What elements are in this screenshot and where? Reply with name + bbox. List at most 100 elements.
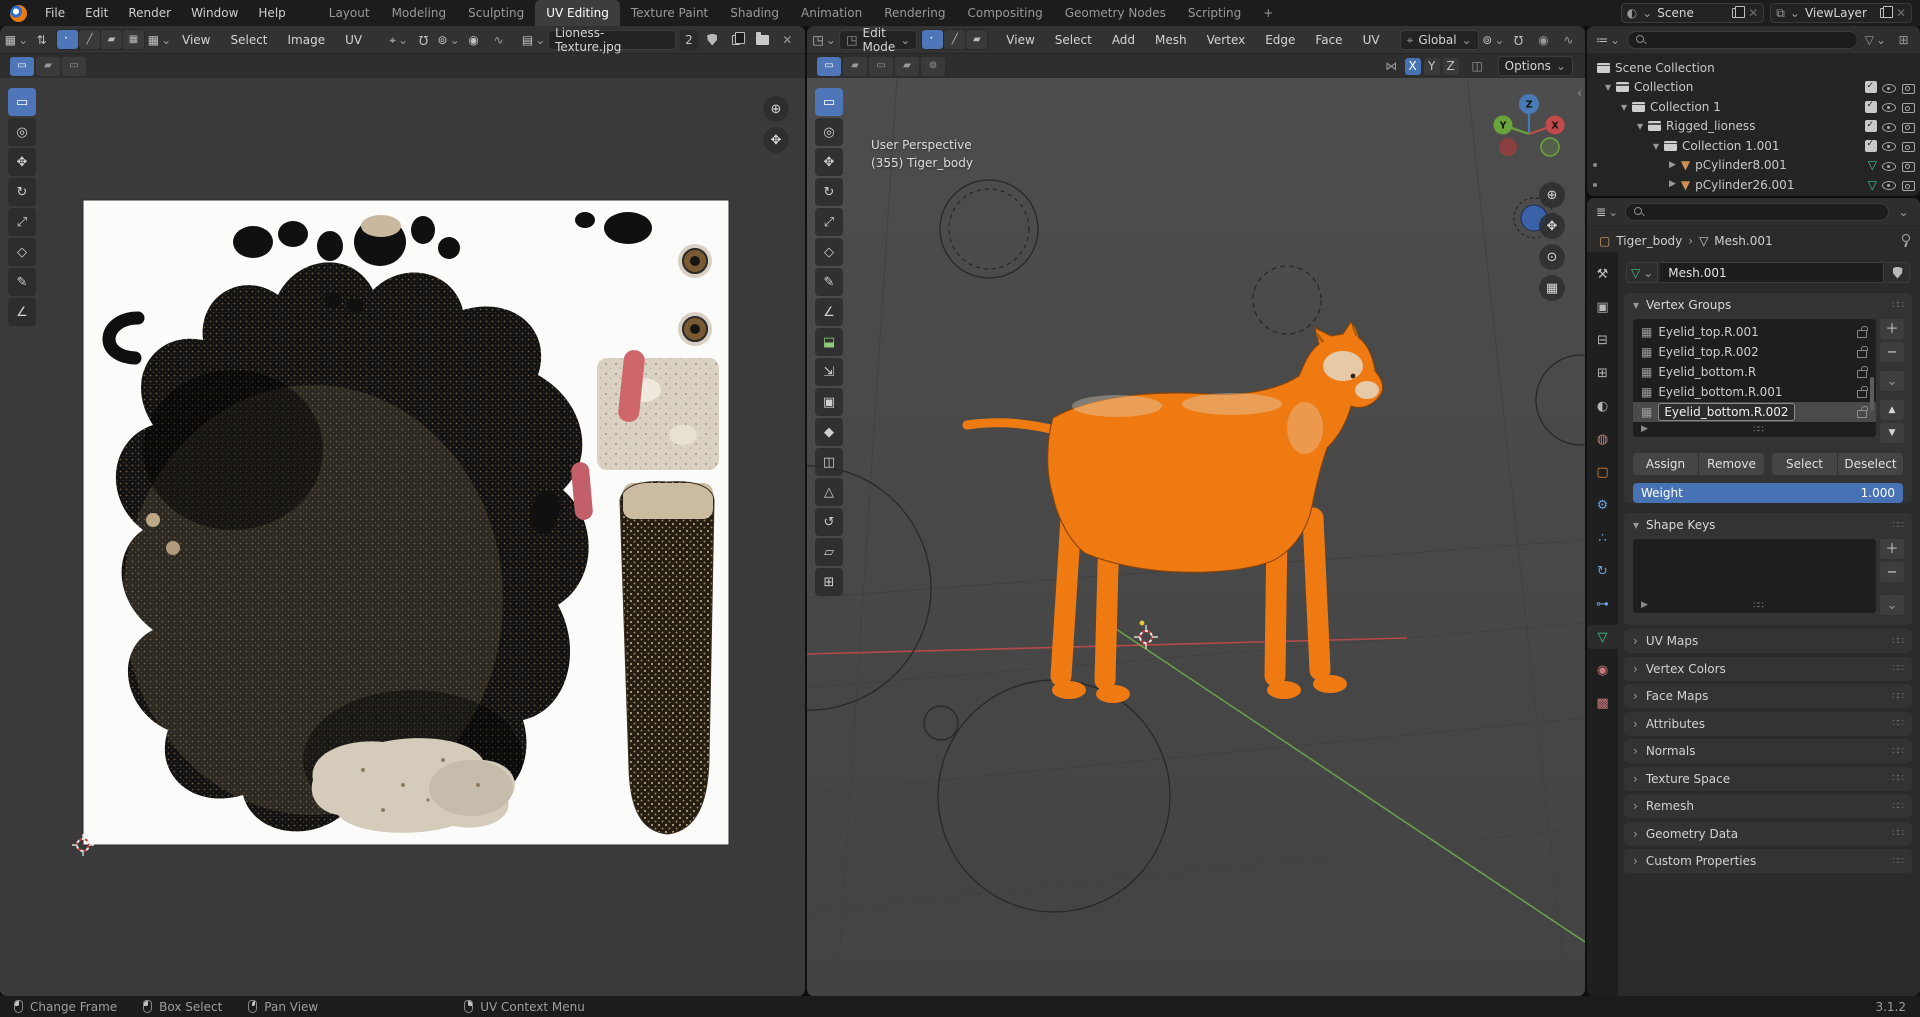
- panel-texture-space[interactable]: › Texture Space ∷∷: [1624, 766, 1912, 791]
- list-resize-grip[interactable]: ∷∷: [1753, 601, 1764, 611]
- tool-loop-cut[interactable]: ◫: [815, 448, 843, 476]
- tool-scale[interactable]: ⤢: [815, 208, 843, 236]
- uv-menu-select[interactable]: Select: [222, 33, 275, 47]
- tool-variant-3[interactable]: ▭: [869, 56, 893, 76]
- options-dropdown[interactable]: Options ⌄: [1497, 56, 1573, 76]
- properties-search-input[interactable]: [1625, 202, 1889, 221]
- select-button[interactable]: Select: [1772, 453, 1837, 475]
- new-viewlayer-icon[interactable]: [1879, 5, 1893, 18]
- uv-tool-select-box[interactable]: ▭: [8, 88, 36, 116]
- checkbox-icon[interactable]: [1865, 139, 1877, 152]
- uv-menu-image[interactable]: Image: [280, 33, 334, 47]
- properties-options-dropdown[interactable]: ⌄: [1893, 202, 1914, 221]
- editor-type-dropdown[interactable]: ≣ ⌄: [1593, 202, 1621, 221]
- tab-animation[interactable]: Animation: [790, 0, 873, 26]
- outliner-row-pcylinder26[interactable]: ▶ ▼ pCylinder26.001 ▽: [1587, 175, 1920, 195]
- image-users-count[interactable]: 2: [680, 29, 698, 50]
- outliner-row-pcylinder8[interactable]: ▶ ▼ pCylinder8.001 ▽: [1587, 156, 1920, 176]
- menu-help[interactable]: Help: [248, 0, 295, 26]
- zoom-icon[interactable]: ⊕: [1539, 182, 1565, 208]
- tab-texture[interactable]: ▩: [1587, 691, 1618, 715]
- panel-geometry-data[interactable]: › Geometry Data ∷∷: [1624, 821, 1912, 846]
- outliner-search-input[interactable]: [1627, 30, 1858, 49]
- panel-grip[interactable]: ∷∷: [1892, 300, 1904, 311]
- shape-key-specials-dropdown[interactable]: ⌄: [1880, 595, 1904, 615]
- camera-icon[interactable]: [1901, 81, 1915, 94]
- uv-select-edge-button[interactable]: ╱: [79, 30, 100, 49]
- outliner-row-collection-1-001[interactable]: ▾ Collection 1.001: [1587, 136, 1920, 156]
- filter-button[interactable]: ▽ ⌄: [1862, 30, 1889, 49]
- editor-type-dropdown[interactable]: ◳ ⌄: [812, 30, 835, 49]
- uv-tool-move[interactable]: ✥: [8, 148, 36, 176]
- v3d-menu-view[interactable]: View: [998, 33, 1042, 47]
- tab-view-layer[interactable]: ⊞: [1587, 361, 1618, 385]
- shape-keys-list[interactable]: ▶ ∷∷: [1633, 539, 1876, 613]
- close-icon[interactable]: ✕: [1896, 7, 1906, 19]
- active-tool-box-select[interactable]: ▭: [817, 56, 841, 76]
- tool-move[interactable]: ✥: [815, 148, 843, 176]
- camera-view-icon[interactable]: ⊙: [1539, 244, 1565, 270]
- panel-remesh[interactable]: › Remesh ∷∷: [1624, 794, 1912, 818]
- lock-icon[interactable]: [1856, 346, 1868, 358]
- lock-icon[interactable]: [1856, 406, 1868, 418]
- disclosure-icon[interactable]: ▶: [1669, 160, 1676, 170]
- v3d-menu-face[interactable]: Face: [1307, 33, 1350, 47]
- tool-variant-2[interactable]: ▰: [843, 56, 867, 76]
- tab-scene[interactable]: ◐: [1587, 394, 1618, 418]
- tool-add-cube[interactable]: ⬓: [815, 328, 843, 356]
- tool-measure[interactable]: ∠: [815, 298, 843, 326]
- uv-tool-scale[interactable]: ⤢: [8, 208, 36, 236]
- add-vertex-group-button[interactable]: ＋: [1880, 319, 1904, 339]
- mirror-x-button[interactable]: X: [1404, 57, 1421, 75]
- tab-object-data[interactable]: ▽: [1587, 625, 1618, 649]
- v3d-menu-edge[interactable]: Edge: [1257, 33, 1303, 47]
- panel-uv-maps[interactable]: › UV Maps ∷∷: [1624, 629, 1912, 653]
- outliner-row-collection-1[interactable]: ▾ Collection 1: [1587, 97, 1920, 117]
- scene-selector[interactable]: ◐ ⌄ Scene ✕: [1620, 3, 1765, 23]
- vertex-groups-panel-header[interactable]: ▾ Vertex Groups ∷∷: [1624, 293, 1912, 317]
- add-shape-key-button[interactable]: ＋: [1880, 539, 1904, 559]
- tab-modifiers[interactable]: ⚙: [1587, 493, 1618, 517]
- uv-tool-annotate[interactable]: ✎: [8, 268, 36, 296]
- menu-render[interactable]: Render: [118, 0, 181, 26]
- tab-world[interactable]: ◍: [1587, 427, 1618, 451]
- v3d-canvas[interactable]: User Perspective (355) Tiger_body ▭ ◎ ✥ …: [807, 77, 1585, 996]
- xray-snap-icon[interactable]: ◫: [1467, 57, 1488, 76]
- disclosure-icon[interactable]: ▾: [1637, 120, 1643, 132]
- uv-tool-box-select[interactable]: ▭: [10, 56, 34, 76]
- panel-normals[interactable]: › Normals ∷∷: [1624, 739, 1912, 763]
- checkbox-icon[interactable]: [1865, 120, 1877, 133]
- tool-annotate[interactable]: ✎: [815, 268, 843, 296]
- uv-proportional-toggle[interactable]: ◉: [463, 30, 484, 49]
- deselect-button[interactable]: Deselect: [1838, 453, 1903, 475]
- select-mode-face-button[interactable]: ▰: [966, 30, 988, 49]
- uv-select-vertex-button[interactable]: ⠂: [57, 30, 78, 49]
- new-image-button[interactable]: [727, 30, 748, 49]
- panel-grip[interactable]: ∷∷: [1892, 520, 1904, 531]
- outliner-row-collection[interactable]: ▾ Collection: [1587, 78, 1920, 98]
- move-group-up-button[interactable]: ▲: [1880, 400, 1904, 420]
- fake-user-toggle[interactable]: [702, 30, 723, 49]
- vertex-group-specials-dropdown[interactable]: ⌄: [1880, 371, 1904, 391]
- disclosure-icon[interactable]: ▾: [1653, 140, 1659, 152]
- select-mode-vertex-button[interactable]: ⠂: [922, 30, 944, 49]
- eye-icon[interactable]: [1882, 159, 1896, 172]
- uv-menu-view[interactable]: View: [174, 33, 218, 47]
- camera-icon[interactable]: [1901, 120, 1915, 133]
- panel-vertex-colors[interactable]: › Vertex Colors ∷∷: [1624, 656, 1912, 681]
- new-collection-button[interactable]: ⊞: [1893, 30, 1914, 49]
- tab-tool[interactable]: ⚒: [1587, 262, 1618, 286]
- mirror-z-button[interactable]: Z: [1442, 57, 1459, 75]
- falloff-dropdown[interactable]: ∿: [1558, 30, 1579, 49]
- weight-slider[interactable]: Weight 1.000: [1633, 483, 1903, 503]
- uv-menu-uv[interactable]: UV: [337, 33, 370, 47]
- assign-button[interactable]: Assign: [1633, 453, 1698, 475]
- uv-tool-transform[interactable]: ◇: [8, 238, 36, 266]
- uv-sticky-select-dropdown[interactable]: ▦ ⌄: [148, 30, 171, 49]
- uv-snap-toggle[interactable]: Ω: [413, 30, 434, 49]
- uv-pivot-dropdown[interactable]: ⌖ ⌄: [388, 30, 409, 49]
- list-expand-icon[interactable]: ▶: [1641, 601, 1648, 611]
- pin-icon[interactable]: [1900, 234, 1910, 248]
- tab-material[interactable]: ◉: [1587, 658, 1618, 682]
- breadcrumb-object[interactable]: Tiger_body: [1616, 234, 1682, 248]
